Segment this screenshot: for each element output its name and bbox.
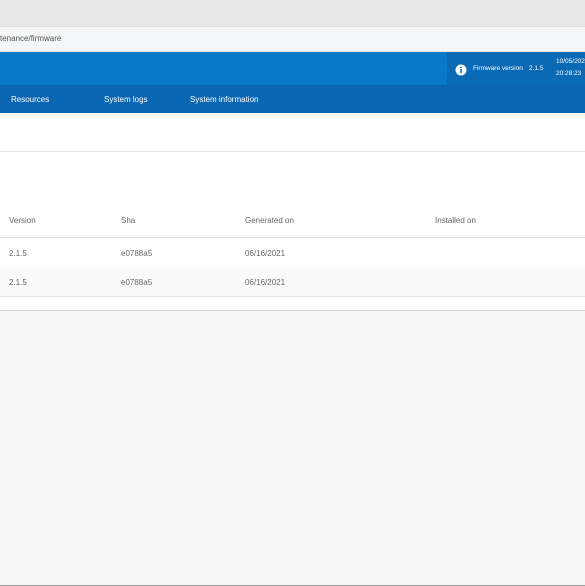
column-header-generated-on[interactable]: Generated on <box>245 216 294 225</box>
panel-toolbar <box>0 113 585 152</box>
table-row[interactable]: 2.1.5 e0788a5 06/16/2021 <box>0 267 585 297</box>
app-header: Firmware version 2.1.5 10/05/202 20:28:2… <box>0 52 585 85</box>
header-status-area: Firmware version 2.1.5 10/05/202 20:28:2… <box>447 52 585 85</box>
current-date: 10/05/202 <box>556 58 585 65</box>
info-icon[interactable] <box>455 63 467 76</box>
main-nav: Resources System logs System information <box>0 85 585 113</box>
cell-generated-on: 06/16/2021 <box>245 278 286 287</box>
firmware-version-value: 2.1.5 <box>529 65 544 72</box>
table-row[interactable]: 2.1.5 e0788a5 06/16/2021 <box>0 238 585 268</box>
browser-tab-strip <box>0 0 585 27</box>
firmware-panel: Version Sha Generated on Installed on 2.… <box>0 113 585 311</box>
cell-generated-on: 06/16/2021 <box>245 249 286 258</box>
cell-sha: e0788a5 <box>121 278 153 287</box>
cell-version: 2.1.5 <box>9 249 27 258</box>
firmware-version-label: Firmware version <box>473 65 523 72</box>
cell-sha: e0788a5 <box>121 249 153 258</box>
page-background <box>0 311 585 586</box>
column-header-version[interactable]: Version <box>9 216 36 225</box>
column-header-sha[interactable]: Sha <box>121 216 135 225</box>
current-time: 20:28:23 <box>556 70 582 77</box>
url-text[interactable]: tenance/firmware <box>0 34 61 43</box>
cell-version: 2.1.5 <box>9 278 27 287</box>
nav-item-system-logs[interactable]: System logs <box>104 95 148 104</box>
nav-item-resources[interactable]: Resources <box>11 95 49 104</box>
address-bar[interactable]: tenance/firmware <box>0 27 585 52</box>
column-header-installed-on[interactable]: Installed on <box>435 216 476 225</box>
nav-item-system-information[interactable]: System information <box>190 95 258 104</box>
